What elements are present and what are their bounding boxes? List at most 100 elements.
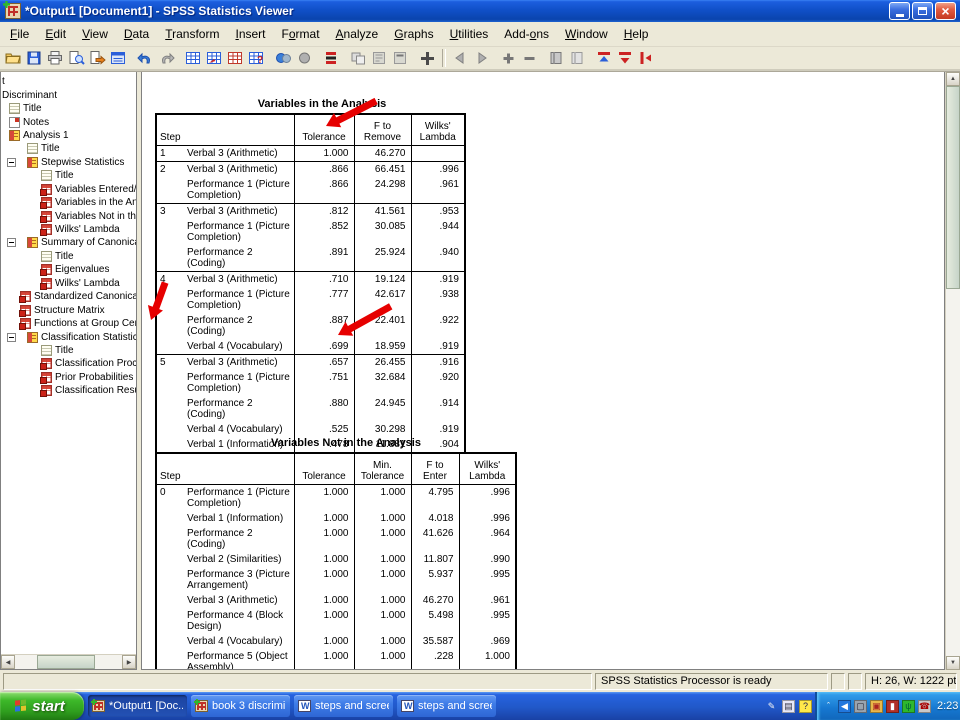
outline-item-title[interactable]: Title <box>1 169 136 182</box>
value-cell: 19.124 <box>354 272 411 288</box>
toolbar-undo-icon[interactable] <box>135 48 156 68</box>
value-cell: .953 <box>411 204 465 220</box>
menu-transform[interactable]: Transform <box>157 24 227 44</box>
outline-item-variables-in-the-analys[interactable]: Variables in the Analys <box>1 196 136 209</box>
menu-insert[interactable]: Insert <box>227 24 273 44</box>
start-button[interactable]: start <box>0 692 84 720</box>
menu-addons[interactable]: Add-ons <box>496 24 557 44</box>
tray-pen-icon[interactable]: ✎ <box>765 700 778 713</box>
tray-network-icon[interactable]: ψ <box>902 700 915 713</box>
tray-hide-arrows-icon[interactable]: ◀ <box>838 700 851 713</box>
toolbar-print-icon[interactable] <box>45 48 66 68</box>
toolbar-print-preview-icon[interactable] <box>66 48 87 68</box>
outline-item-classification-results[interactable]: Classification Results <box>1 384 136 397</box>
tray-phone-icon[interactable]: ☎ <box>918 700 931 713</box>
scrollbar-thumb[interactable] <box>37 655 95 669</box>
menu-format[interactable]: Format <box>274 24 328 44</box>
outline-item-standardized-canonical-dis[interactable]: Standardized Canonical Dis <box>1 290 136 303</box>
scroll-down-arrow[interactable]: ▼ <box>946 656 960 670</box>
outline-item-title[interactable]: Title <box>1 344 136 357</box>
taskbar-task-4[interactable]: steps and scree... <box>397 695 496 717</box>
outline-item-prior-probabilities-for-g[interactable]: Prior Probabilities for G <box>1 371 136 384</box>
pivot-table-variables-not-in-analysis[interactable]: Variables Not in the Analysis StepTolera… <box>155 437 537 670</box>
toolbar-hide-books-icon[interactable] <box>567 48 588 68</box>
toolbar-previous-output-icon[interactable] <box>450 48 471 68</box>
tree-collapse-icon[interactable] <box>7 238 16 247</box>
menu-analyze[interactable]: Analyze <box>328 24 387 44</box>
toolbar-goto-case-icon[interactable] <box>204 48 225 68</box>
scroll-right-arrow[interactable]: ▶ <box>122 655 136 669</box>
outline-item-functions-at-group-centroid[interactable]: Functions at Group Centroid <box>1 317 136 330</box>
taskbar-task-1[interactable]: *Output1 [Doc... <box>88 695 187 717</box>
tray-keyboard-icon[interactable]: ▤ <box>782 700 795 713</box>
toolbar-promote-icon[interactable] <box>594 48 615 68</box>
menu-edit[interactable]: Edit <box>37 24 74 44</box>
outline-item-title[interactable]: Title <box>1 142 136 155</box>
toolbar-open-file-icon[interactable] <box>3 48 24 68</box>
outline-item-wilks-lambda[interactable]: Wilks' Lambda <box>1 277 136 290</box>
menu-data[interactable]: Data <box>116 24 157 44</box>
tree-collapse-icon[interactable] <box>7 333 16 342</box>
restore-button[interactable] <box>912 2 933 20</box>
toolbar-find-icon[interactable]: ? <box>246 48 267 68</box>
close-button[interactable]: × <box>935 2 956 20</box>
menu-file[interactable]: File <box>2 24 37 44</box>
toolbar-change-level-icon[interactable] <box>636 48 657 68</box>
outline-item-eigenvalues[interactable]: Eigenvalues <box>1 263 136 276</box>
tray-alert-icon[interactable]: ▮ <box>886 700 899 713</box>
tree-collapse-icon[interactable] <box>7 158 16 167</box>
outline-item-classification-statistics[interactable]: Classification Statistics <box>1 330 136 343</box>
toolbar-collapse-icon[interactable] <box>519 48 540 68</box>
toolbar-recall-dialog-icon[interactable] <box>108 48 129 68</box>
toolbar-show-books-icon[interactable] <box>546 48 567 68</box>
outline-item-discriminant[interactable]: Discriminant <box>1 88 136 101</box>
pivot-table-variables-in-analysis[interactable]: Variables in the Analysis StepToleranceF… <box>155 98 489 454</box>
toolbar-demote-icon[interactable] <box>615 48 636 68</box>
scroll-up-arrow[interactable]: ▲ <box>946 72 960 86</box>
toolbar-select-last-output-icon[interactable] <box>321 48 342 68</box>
scroll-left-arrow[interactable]: ◀ <box>1 655 15 669</box>
menu-utilities[interactable]: Utilities <box>442 24 497 44</box>
outline-item-title[interactable]: Title <box>1 250 136 263</box>
toolbar-save-icon[interactable] <box>24 48 45 68</box>
tray-monitor-icon[interactable]: ▢ <box>854 700 867 713</box>
output-content-pane[interactable]: Variables in the Analysis StepToleranceF… <box>141 72 945 670</box>
minimize-button[interactable] <box>889 2 910 20</box>
toolbar-designate-window-icon[interactable] <box>348 48 369 68</box>
outline-item-analysis-1[interactable]: Analysis 1 <box>1 129 136 142</box>
toolbar-insert-title-icon[interactable] <box>390 48 411 68</box>
toolbar-use-variable-sets-icon[interactable] <box>273 48 294 68</box>
toolbar-export-output-icon[interactable] <box>87 48 108 68</box>
toolbar-redo-icon[interactable] <box>156 48 177 68</box>
vertical-scrollbar[interactable]: ▲ ▼ <box>945 72 960 670</box>
outline-item-summary-of-canonical-disc[interactable]: Summary of Canonical Disc <box>1 236 136 249</box>
outline-item-t[interactable]: t <box>1 75 136 88</box>
outline-item-variables-entered-rem[interactable]: Variables Entered/Rem <box>1 183 136 196</box>
menu-graphs[interactable]: Graphs <box>386 24 441 44</box>
outline-item-wilks-lambda[interactable]: Wilks' Lambda <box>1 223 136 236</box>
toolbar-goto-data-icon[interactable] <box>183 48 204 68</box>
scrollbar-thumb[interactable] <box>946 86 960 289</box>
outline-item-variables-not-in-the-an[interactable]: Variables Not in the An <box>1 209 136 222</box>
taskbar-task-3[interactable]: steps and scree... <box>294 695 393 717</box>
toolbar-insert-text-icon[interactable] <box>417 48 438 68</box>
status-small-section <box>848 673 862 690</box>
toolbar-insert-heading-icon[interactable] <box>369 48 390 68</box>
taskbar-task-2[interactable]: book 3 discrimin... <box>191 695 290 717</box>
toolbar-show-all-icon[interactable] <box>294 48 315 68</box>
outline-horizontal-scrollbar[interactable]: ◀ ▶ <box>1 654 136 669</box>
outline-item-classification-process[interactable]: Classification Process <box>1 357 136 370</box>
tray-image-icon[interactable]: ▣ <box>870 700 883 713</box>
outline-item-stepwise-statistics[interactable]: Stepwise Statistics <box>1 156 136 169</box>
menu-help[interactable]: Help <box>616 24 657 44</box>
toolbar-expand-icon[interactable] <box>498 48 519 68</box>
outline-item-structure-matrix[interactable]: Structure Matrix <box>1 303 136 316</box>
tray-help-icon[interactable]: ? <box>799 700 812 713</box>
outline-item-title[interactable]: Title <box>1 102 136 115</box>
toolbar-next-output-icon[interactable] <box>471 48 492 68</box>
outline-item-notes[interactable]: Notes <box>1 115 136 128</box>
tray-chevron-icon[interactable]: ˆ <box>822 700 835 713</box>
menu-view[interactable]: View <box>74 24 116 44</box>
toolbar-variables-icon[interactable] <box>225 48 246 68</box>
menu-window[interactable]: Window <box>557 24 616 44</box>
